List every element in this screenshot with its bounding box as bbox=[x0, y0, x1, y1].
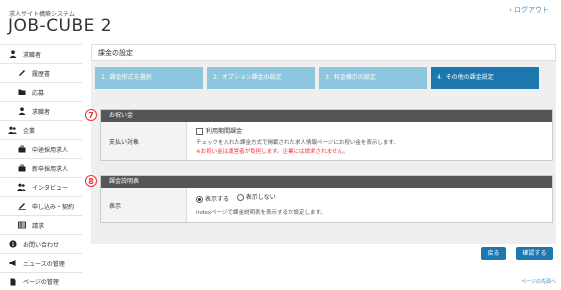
sidebar-item-jobseeker-list[interactable]: 求職者 bbox=[0, 101, 82, 120]
usage-period-checkbox[interactable]: 利用期間課金 bbox=[196, 127, 242, 136]
step-tabs: 1. 課金形式を選択 2. オプション課金の設定 3. 料金横示の設定 4. その他の課… bbox=[95, 67, 539, 89]
sidebar-item-newgrad-jobs[interactable]: 新卒採用求人 bbox=[0, 158, 82, 177]
folder-icon bbox=[17, 88, 26, 97]
briefcase-icon bbox=[17, 145, 26, 154]
sidebar-item-midcareer-jobs[interactable]: 中途採用求人 bbox=[0, 139, 82, 158]
page-title: 課金の設定 bbox=[91, 44, 556, 61]
step-3[interactable]: 3. 料金横示の設定 bbox=[319, 67, 427, 89]
table-icon bbox=[17, 221, 26, 230]
help-text: indexページで課金説明表を表示するか設定します。 bbox=[196, 210, 326, 216]
hide-radio[interactable]: 表示しない bbox=[236, 193, 276, 202]
edit-icon bbox=[17, 202, 26, 211]
step-number: 1. bbox=[101, 74, 107, 81]
section-heading: お祝い金 bbox=[101, 110, 552, 122]
sidebar-item-label: インタビュー bbox=[32, 184, 69, 192]
brand-title: JOB-CUBE 2 bbox=[8, 16, 113, 36]
sidebar-item-inquiries[interactable]: お問い合わせ bbox=[0, 234, 82, 253]
sidebar: 求職者 履歴書 応募 求職者 企業 中途採用求人 新卒採用求人 インタビュー 申… bbox=[0, 44, 82, 290]
row-value: 利用期間課金 チェックを入れた課金方式で掲載された求人情報ページにお祝い金を表示… bbox=[187, 122, 552, 160]
sidebar-item-label: 請求 bbox=[32, 222, 45, 230]
step-4[interactable]: 4. その他の課金設定 bbox=[431, 67, 539, 89]
checkbox-label: 利用期間課金 bbox=[206, 128, 243, 135]
scroll-to-top-link[interactable]: ページの先頭へ bbox=[521, 278, 556, 285]
sidebar-item-contracts[interactable]: 申し込み・契約 bbox=[0, 196, 82, 215]
sidebar-item-label: ニュースの管理 bbox=[23, 260, 65, 268]
users-icon bbox=[17, 183, 26, 192]
sidebar-item-label: お問い合わせ bbox=[23, 241, 60, 249]
row-label: 支払い対象 bbox=[101, 122, 187, 160]
sidebar-item-billing[interactable]: 請求 bbox=[0, 215, 82, 234]
sidebar-item-label: 新卒採用求人 bbox=[32, 165, 69, 173]
back-button[interactable]: 戻る bbox=[481, 247, 506, 260]
step-number: 3. bbox=[325, 74, 331, 81]
row-label: 表示 bbox=[101, 188, 187, 222]
pen-icon bbox=[17, 69, 26, 78]
sidebar-item-news[interactable]: ニュースの管理 bbox=[0, 253, 82, 272]
briefcase-icon bbox=[17, 164, 26, 173]
users-icon bbox=[8, 126, 17, 135]
radio-dot[interactable] bbox=[196, 196, 203, 203]
annotation-marker-7: 7 bbox=[85, 109, 97, 121]
info-icon bbox=[8, 240, 17, 249]
sidebar-item-resume[interactable]: 履歴書 bbox=[0, 63, 82, 82]
step-number: 4. bbox=[437, 74, 443, 81]
sidebar-item-applications[interactable]: 応募 bbox=[0, 82, 82, 101]
logout-link[interactable]: › ログアウト bbox=[509, 5, 549, 15]
bullhorn-icon bbox=[8, 259, 17, 268]
sidebar-item-label: 求職者 bbox=[23, 51, 42, 59]
sidebar-item-pages[interactable]: ページの管理 bbox=[0, 272, 82, 290]
display-row: 表示 表示する 表示しない indexページで課金説明表を表示するか設定します。 bbox=[101, 188, 552, 222]
sidebar-item-label: ページの管理 bbox=[23, 279, 59, 286]
sidebar-item-label: 履歴書 bbox=[32, 70, 51, 78]
sidebar-item-interviews[interactable]: インタビュー bbox=[0, 177, 82, 196]
step-label: オプション課金の設定 bbox=[221, 74, 282, 81]
sidebar-item-label: 応募 bbox=[32, 89, 45, 97]
step-1[interactable]: 1. 課金形式を選択 bbox=[95, 67, 203, 89]
radio-label: 表示する bbox=[205, 196, 230, 203]
warning-text: ※お祝い金は運営者が負担します。企業には請求されません。 bbox=[196, 149, 349, 155]
celebration-money-section: お祝い金 支払い対象 利用期間課金 チェックを入れた課金方式で掲載された求人情報… bbox=[100, 109, 553, 161]
step-label: その他の課金設定 bbox=[445, 74, 494, 81]
checkbox-box[interactable] bbox=[196, 128, 203, 135]
step-label: 料金横示の設定 bbox=[333, 74, 376, 81]
sidebar-item-label: 求職者 bbox=[32, 108, 51, 116]
show-radio[interactable]: 表示する bbox=[196, 195, 229, 204]
sidebar-item-label: 中途採用求人 bbox=[32, 146, 69, 154]
payment-target-row: 支払い対象 利用期間課金 チェックを入れた課金方式で掲載された求人情報ページにお… bbox=[101, 122, 552, 160]
radio-label: 表示しない bbox=[245, 194, 276, 201]
step-2[interactable]: 2. オプション課金の設定 bbox=[207, 67, 315, 89]
sidebar-item-label: 申し込み・契約 bbox=[32, 203, 75, 211]
fee-table-section: 課金説明表 表示 表示する 表示しない indexページで課金説明表を表示するか… bbox=[100, 175, 553, 223]
user-icon bbox=[17, 107, 26, 116]
radio-dot[interactable] bbox=[236, 194, 244, 201]
row-value: 表示する 表示しない indexページで課金説明表を表示するか設定します。 bbox=[187, 188, 552, 222]
annotation-marker-8: 8 bbox=[85, 175, 97, 187]
sidebar-item-companies[interactable]: 企業 bbox=[0, 120, 82, 139]
step-number: 2. bbox=[213, 74, 219, 81]
sidebar-item-jobseekers[interactable]: 求職者 bbox=[0, 44, 82, 63]
sidebar-item-label: 企業 bbox=[23, 127, 36, 135]
step-label: 課金形式を選択 bbox=[109, 74, 152, 81]
help-text: チェックを入れた課金方式で掲載された求人情報ページにお祝い金を表示します。 bbox=[196, 140, 399, 146]
main-panel: 課金の設定 1. 課金形式を選択 2. オプション課金の設定 3. 料金横示の設定 4… bbox=[91, 44, 556, 244]
section-heading: 課金説明表 bbox=[101, 176, 552, 188]
file-icon bbox=[8, 277, 17, 286]
user-icon bbox=[8, 50, 17, 59]
confirm-button[interactable]: 確認する bbox=[516, 247, 553, 260]
chevron-right-icon: › bbox=[509, 6, 512, 14]
logout-label: ログアウト bbox=[514, 6, 549, 14]
